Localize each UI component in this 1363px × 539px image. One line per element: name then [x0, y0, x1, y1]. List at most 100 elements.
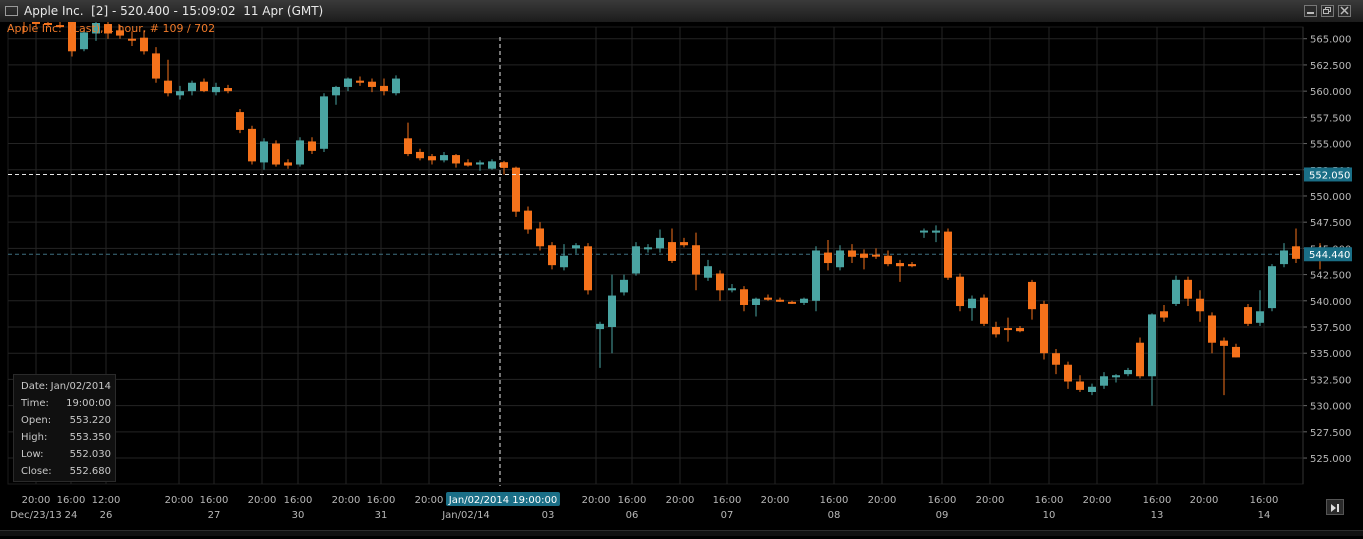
- candle-body[interactable]: [404, 138, 412, 155]
- candle-body[interactable]: [1268, 266, 1276, 309]
- candle-body[interactable]: [920, 230, 928, 233]
- candle-body[interactable]: [548, 245, 556, 266]
- candle-body[interactable]: [380, 85, 388, 92]
- candle-body[interactable]: [1148, 314, 1156, 377]
- candle-body[interactable]: [428, 156, 436, 161]
- candle-body[interactable]: [1160, 311, 1168, 318]
- candle-body[interactable]: [536, 228, 544, 247]
- candle-body[interactable]: [800, 298, 808, 303]
- candle-body[interactable]: [260, 141, 268, 163]
- candle-body[interactable]: [944, 231, 952, 278]
- candlestick-chart-area[interactable]: 565.000562.500560.000557.500555.000552.5…: [0, 15, 1363, 535]
- close-button[interactable]: [1338, 5, 1351, 17]
- candle-body[interactable]: [1064, 364, 1072, 382]
- candle-body[interactable]: [596, 323, 604, 330]
- candle-body[interactable]: [1232, 346, 1240, 358]
- candle-body[interactable]: [320, 96, 328, 149]
- candle-body[interactable]: [764, 297, 772, 300]
- candle-body[interactable]: [692, 245, 700, 275]
- candle-body[interactable]: [680, 242, 688, 246]
- candle-body[interactable]: [740, 289, 748, 305]
- candle-body[interactable]: [752, 298, 760, 305]
- candle-body[interactable]: [1040, 303, 1048, 354]
- candle-body[interactable]: [1028, 281, 1036, 310]
- candle-body[interactable]: [224, 87, 232, 92]
- candle-body[interactable]: [824, 252, 832, 264]
- candle-body[interactable]: [1088, 386, 1096, 392]
- candle-body[interactable]: [812, 250, 820, 301]
- candle-body[interactable]: [980, 297, 988, 324]
- candle-body[interactable]: [620, 279, 628, 293]
- candle-body[interactable]: [140, 37, 148, 52]
- candle-body[interactable]: [716, 273, 724, 291]
- candle-body[interactable]: [644, 247, 652, 250]
- candle-body[interactable]: [1136, 342, 1144, 377]
- candle-body[interactable]: [296, 140, 304, 165]
- candle-body[interactable]: [1112, 375, 1120, 378]
- candle-body[interactable]: [1004, 328, 1012, 331]
- candle-body[interactable]: [860, 253, 868, 258]
- candle-body[interactable]: [992, 327, 1000, 335]
- candle-body[interactable]: [608, 295, 616, 327]
- candle-body[interactable]: [956, 276, 964, 307]
- candle-body[interactable]: [668, 242, 676, 261]
- candle-body[interactable]: [656, 237, 664, 249]
- candle-body[interactable]: [896, 263, 904, 267]
- candle-body[interactable]: [212, 86, 220, 93]
- candle-body[interactable]: [164, 80, 172, 94]
- candle-body[interactable]: [272, 143, 280, 165]
- candle-body[interactable]: [308, 141, 316, 151]
- candle-body[interactable]: [836, 250, 844, 268]
- candle-body[interactable]: [872, 254, 880, 257]
- minimize-button[interactable]: [1304, 5, 1317, 17]
- candle-body[interactable]: [344, 78, 352, 87]
- candle-body[interactable]: [1124, 369, 1132, 375]
- candle-body[interactable]: [368, 81, 376, 87]
- candle-body[interactable]: [248, 128, 256, 162]
- candle-body[interactable]: [584, 246, 592, 291]
- candle-body[interactable]: [1100, 376, 1108, 386]
- candle-body[interactable]: [440, 155, 448, 161]
- candle-body[interactable]: [476, 162, 484, 165]
- candle-body[interactable]: [704, 266, 712, 278]
- candle-body[interactable]: [500, 162, 508, 168]
- candle-body[interactable]: [788, 301, 796, 304]
- candle-body[interactable]: [356, 80, 364, 83]
- candle-body[interactable]: [1280, 250, 1288, 265]
- candle-body[interactable]: [932, 230, 940, 233]
- candle-body[interactable]: [284, 162, 292, 166]
- candle-body[interactable]: [572, 245, 580, 249]
- candle-body[interactable]: [1196, 298, 1204, 312]
- scroll-to-end-button[interactable]: [1326, 499, 1344, 515]
- restore-button[interactable]: [1321, 5, 1334, 17]
- candle-body[interactable]: [1244, 307, 1252, 324]
- candle-body[interactable]: [236, 112, 244, 130]
- candle-body[interactable]: [728, 288, 736, 291]
- candle-body[interactable]: [200, 81, 208, 92]
- candle-body[interactable]: [1172, 279, 1180, 304]
- candle-body[interactable]: [1076, 381, 1084, 390]
- candle-body[interactable]: [416, 151, 424, 159]
- candle-body[interactable]: [488, 161, 496, 169]
- candle-body[interactable]: [848, 250, 856, 257]
- candle-body[interactable]: [1220, 340, 1228, 346]
- candle-body[interactable]: [464, 162, 472, 166]
- candle-body[interactable]: [884, 255, 892, 265]
- candle-body[interactable]: [152, 53, 160, 79]
- candle-body[interactable]: [776, 299, 784, 302]
- candle-body[interactable]: [1184, 279, 1192, 299]
- candle-body[interactable]: [1052, 353, 1060, 365]
- price-chart[interactable]: 565.000562.500560.000557.500555.000552.5…: [0, 15, 1363, 535]
- candle-body[interactable]: [332, 86, 340, 96]
- candle-body[interactable]: [524, 210, 532, 230]
- candle-body[interactable]: [128, 38, 136, 41]
- candle-body[interactable]: [1292, 246, 1300, 259]
- candle-body[interactable]: [908, 264, 916, 267]
- candle-body[interactable]: [560, 255, 568, 268]
- candle-body[interactable]: [632, 246, 640, 274]
- candle-body[interactable]: [1256, 311, 1264, 323]
- candle-body[interactable]: [968, 298, 976, 309]
- candle-body[interactable]: [1016, 328, 1024, 332]
- candle-body[interactable]: [188, 82, 196, 92]
- candle-body[interactable]: [176, 91, 184, 96]
